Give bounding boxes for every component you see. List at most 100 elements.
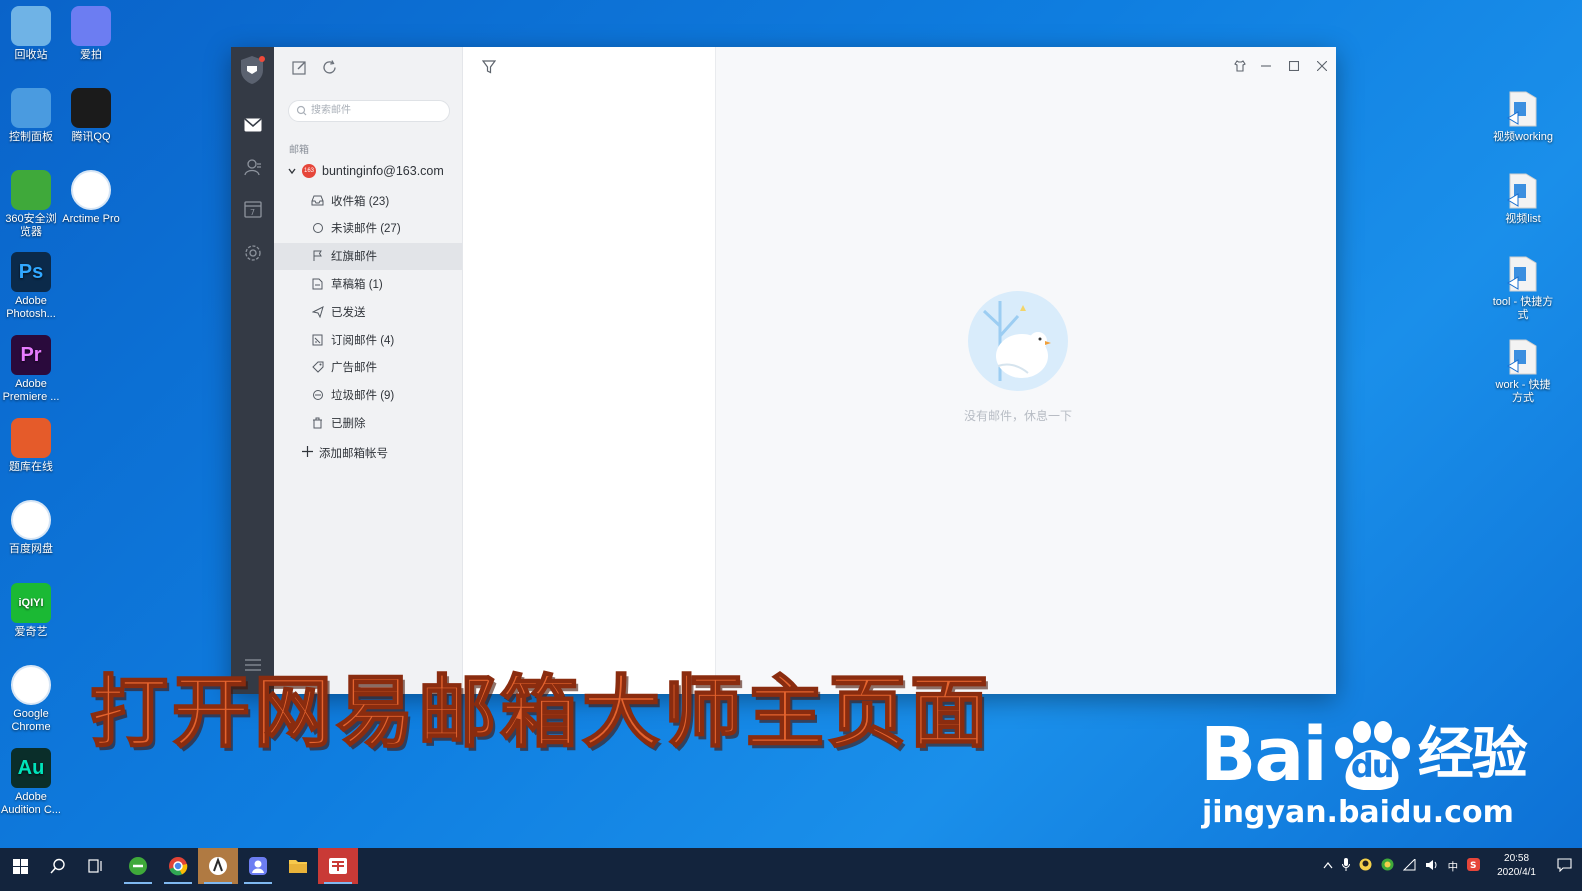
taskbar-search-icon[interactable]	[38, 848, 78, 884]
folder-label: 广告邮件	[331, 362, 377, 375]
svg-text:S: S	[1470, 861, 1476, 871]
tray-chevron-up-icon[interactable]	[1323, 860, 1333, 872]
desktop-icon-iqiyi[interactable]: iQIYI 爱奇艺	[0, 583, 62, 639]
chevron-down-icon[interactable]	[288, 164, 296, 178]
taskbar-file-explorer-icon[interactable]	[278, 848, 318, 884]
compose-icon[interactable]	[292, 60, 307, 80]
tray-360-icon[interactable]	[1381, 858, 1394, 874]
close-button[interactable]	[1312, 57, 1332, 75]
start-windows-icon[interactable]	[0, 848, 40, 884]
refresh-icon[interactable]	[322, 60, 337, 80]
notification-center-icon[interactable]	[1557, 857, 1572, 875]
contacts-icon[interactable]	[241, 155, 265, 179]
inbox-icon	[311, 194, 324, 207]
desktop-icon-label: Adobe Premiere ...	[2, 378, 60, 403]
clock-date: 2020/4/1	[1497, 867, 1536, 878]
maximize-button[interactable]	[1284, 57, 1304, 75]
360-browser-icon	[11, 170, 51, 210]
folder-item[interactable]: 订阅邮件 (4)	[274, 326, 462, 353]
desktop-folder-shortcut[interactable]: 视频list	[1491, 170, 1555, 226]
mail-master-window: 7 搜索邮件 邮箱 163 buntinginfo@163.com 收件箱 (2…	[231, 47, 1336, 694]
folder-item[interactable]: 未读邮件 (27)	[274, 215, 462, 242]
subscription-icon	[311, 333, 324, 346]
desktop-icon-label: 视频working	[1493, 131, 1553, 143]
desktop-icon-audition[interactable]: Au Adobe Audition C...	[0, 748, 62, 817]
recycle-bin-icon	[11, 6, 51, 46]
search-input[interactable]: 搜索邮件	[288, 100, 450, 122]
premiere-icon: Pr	[11, 335, 51, 375]
spam-icon	[311, 389, 324, 402]
desktop-icon-tiku[interactable]: 题库在线	[0, 418, 62, 474]
taskbar-mail-master-icon[interactable]	[318, 848, 358, 884]
account-row[interactable]: 163 buntinginfo@163.com	[288, 164, 444, 178]
desktop-icon-label: 回收站	[14, 49, 48, 61]
taskbar-aipai-icon[interactable]	[238, 848, 278, 884]
desktop-icon-arctime[interactable]: Arctime Pro	[60, 170, 122, 226]
tray-ime-indicator[interactable]: 中	[1448, 859, 1459, 874]
calendar-icon[interactable]: 7	[241, 197, 265, 221]
folder-label: 草稿箱 (1)	[331, 278, 383, 291]
desktop-icon-label: 360安全浏览器	[5, 213, 57, 238]
desktop-icon-premiere[interactable]: Pr Adobe Premiere ...	[0, 335, 62, 404]
tray-qq-icon[interactable]	[1359, 858, 1372, 874]
flag-icon	[311, 250, 324, 263]
baidu-paw-icon: du	[1330, 720, 1414, 790]
desktop-folder-shortcut[interactable]: work - 快捷方式	[1491, 336, 1555, 405]
folder-icon	[1503, 88, 1543, 128]
desktop-icon-chrome[interactable]: Google Chrome	[0, 665, 62, 734]
reading-pane: 没有邮件，休息一下	[716, 47, 1336, 694]
desktop-icon-360-browser[interactable]: 360安全浏览器	[0, 170, 62, 239]
tray-network-icon[interactable]	[1402, 857, 1416, 874]
plus-icon	[302, 446, 313, 460]
desktop-icon-label: 腾讯QQ	[71, 131, 111, 143]
tutorial-caption: 打开网易邮箱大师主页面	[89, 667, 993, 759]
desktop-icon-photoshop[interactable]: Ps Adobe Photosh...	[0, 252, 62, 321]
folder-item[interactable]: 已发送	[274, 298, 462, 325]
svg-text:7: 7	[250, 208, 255, 217]
tray-volume-icon[interactable]	[1425, 859, 1439, 874]
desktop-folder-shortcut[interactable]: tool - 快捷方式	[1491, 253, 1555, 322]
unread-circle-icon	[311, 222, 324, 235]
baidu-netdisk-icon	[11, 500, 51, 540]
aipai-icon	[71, 6, 111, 46]
baidu-jingyan-watermark: Bai du 经验 jingyan.baidu.com	[1200, 712, 1528, 830]
folder-label: 红旗邮件	[331, 251, 377, 264]
watermark-jingyan-cn: 经验	[1417, 722, 1528, 787]
watermark-du: du	[1350, 747, 1395, 785]
folder-label: 垃圾邮件 (9)	[331, 390, 395, 403]
empty-bird-illustration-icon	[968, 291, 1068, 391]
folder-item[interactable]: 广告邮件	[274, 354, 462, 381]
settings-gear-icon[interactable]	[241, 241, 265, 265]
folder-item[interactable]: 草稿箱 (1)	[274, 270, 462, 297]
folder-icon	[1503, 336, 1543, 376]
account-email: buntinginfo@163.com	[322, 164, 444, 178]
desktop-folder-shortcut[interactable]: 视频working	[1491, 88, 1555, 144]
chrome-icon	[11, 665, 51, 705]
desktop-icon-control-panel[interactable]: 控制面板	[0, 88, 62, 144]
netease-163-badge-icon: 163	[302, 164, 316, 178]
folder-item[interactable]: 收件箱 (23)	[274, 187, 462, 214]
taskbar-arctime-icon[interactable]	[198, 848, 238, 884]
clock[interactable]: 20:58 2020/4/1	[1497, 852, 1536, 880]
mail-icon[interactable]	[241, 113, 265, 137]
filter-icon[interactable]	[481, 60, 497, 79]
folder-item[interactable]: 垃圾邮件 (9)	[274, 382, 462, 409]
watermark-bai: Bai	[1200, 712, 1328, 798]
control-panel-icon	[11, 88, 51, 128]
folder-item[interactable]: 已删除	[274, 409, 462, 436]
app-logo-icon[interactable]	[239, 55, 265, 85]
folder-item[interactable]: 红旗邮件	[274, 242, 462, 270]
desktop-icon-aipai[interactable]: 爱拍	[60, 6, 122, 62]
desktop-icon-recycle-bin[interactable]: 回收站	[0, 6, 62, 62]
skin-icon[interactable]	[1230, 57, 1250, 75]
minimize-button[interactable]	[1256, 57, 1276, 75]
desktop-icon-baidu-netdisk[interactable]: 百度网盘	[0, 500, 62, 556]
tray-microphone-icon[interactable]	[1341, 858, 1350, 874]
taskbar-360-browser-icon[interactable]	[118, 848, 158, 884]
desktop-icon-qq-penguin[interactable]: 腾讯QQ	[60, 88, 122, 144]
task-view-icon[interactable]	[76, 848, 116, 884]
add-account-button[interactable]: 添加邮箱帐号	[302, 445, 388, 461]
trash-icon	[311, 416, 324, 429]
tray-sogou-icon[interactable]: S	[1467, 858, 1481, 874]
taskbar-chrome-icon[interactable]	[158, 848, 198, 884]
